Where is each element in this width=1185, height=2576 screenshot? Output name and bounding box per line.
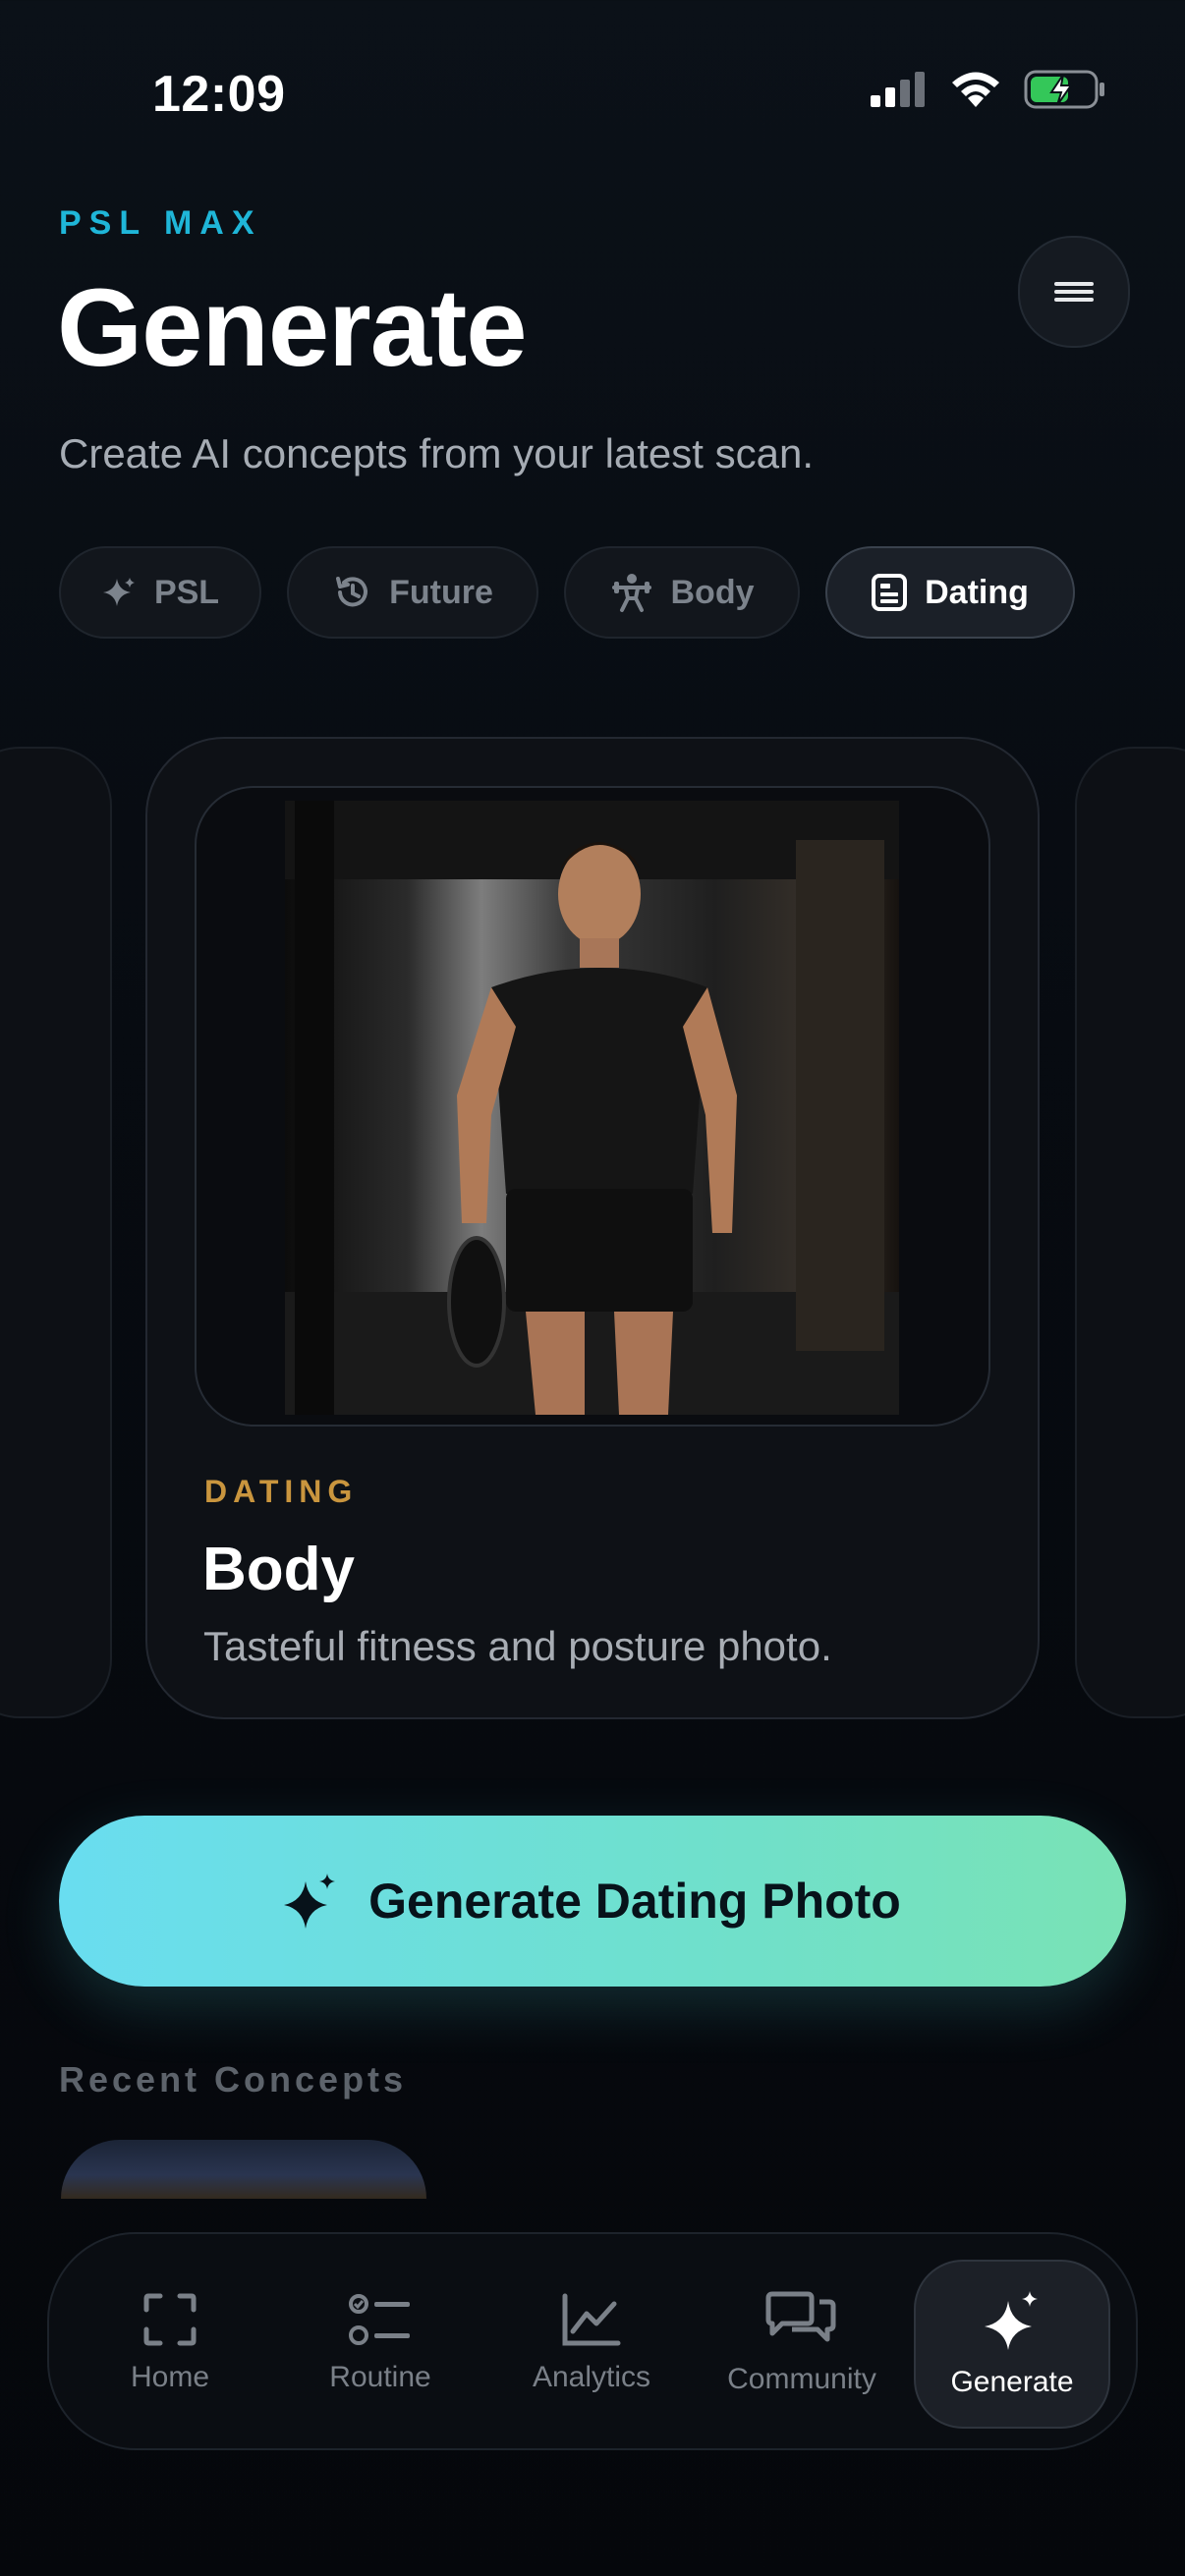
recent-concept-thumbnail[interactable]	[61, 2140, 426, 2199]
wifi-icon	[952, 72, 999, 107]
tab-label: Routine	[329, 2361, 431, 2393]
chip-psl[interactable]: PSL	[59, 546, 261, 639]
battery-charging-icon	[1024, 70, 1104, 109]
hamburger-icon	[1054, 282, 1094, 302]
sparkle-icon	[102, 578, 135, 606]
chip-label: Dating	[925, 573, 1029, 611]
carousel-card-next[interactable]	[1075, 747, 1185, 1718]
tab-label: Home	[130, 2361, 210, 2393]
chip-dating[interactable]: Dating	[825, 546, 1075, 639]
sparkles-icon	[284, 1874, 336, 1929]
tab-analytics[interactable]: Analytics	[498, 2260, 685, 2427]
concept-category: DATING	[204, 1474, 359, 1509]
page-title: Generate	[57, 266, 528, 389]
concept-description: Tasteful fitness and posture photo.	[203, 1623, 832, 1669]
tab-label: Community	[727, 2363, 876, 2395]
history-icon	[336, 577, 368, 607]
chip-label: PSL	[153, 573, 220, 611]
status-icons	[871, 69, 1106, 110]
recent-concepts-heading: Recent Concepts	[59, 2059, 408, 2100]
chip-label: Body	[670, 573, 755, 611]
scan-frame-icon	[143, 2293, 197, 2346]
chat-bubbles-icon	[765, 2291, 836, 2342]
carousel-card-previous[interactable]	[0, 747, 112, 1718]
concept-title: Body	[202, 1536, 355, 1603]
status-time: 12:09	[152, 66, 286, 123]
cellular-signal-icon	[871, 72, 925, 107]
gym-photo-illustration	[285, 801, 899, 1415]
tab-generate[interactable]: Generate	[914, 2260, 1110, 2429]
concept-photo	[285, 801, 899, 1415]
tab-home[interactable]: Home	[77, 2260, 263, 2427]
tab-routine[interactable]: Routine	[287, 2260, 474, 2427]
generate-dating-photo-button[interactable]: Generate Dating Photo	[59, 1816, 1126, 1987]
profile-card-icon	[872, 574, 908, 611]
chip-future[interactable]: Future	[287, 546, 538, 639]
checklist-icon	[349, 2294, 410, 2345]
tab-label: Analytics	[532, 2361, 651, 2393]
cta-label: Generate Dating Photo	[368, 1874, 901, 1929]
chip-body[interactable]: Body	[564, 546, 800, 639]
chip-label: Future	[389, 573, 493, 611]
tab-community[interactable]: Community	[708, 2260, 895, 2427]
chart-line-icon	[562, 2293, 621, 2346]
page-subtitle: Create AI concepts from your latest scan…	[59, 430, 815, 476]
menu-button[interactable]	[1018, 236, 1130, 348]
tab-label: Generate	[950, 2366, 1074, 2398]
weightlifter-icon	[611, 574, 651, 612]
brand-label: PSL MAX	[59, 204, 262, 242]
sparkles-icon	[985, 2291, 1038, 2350]
